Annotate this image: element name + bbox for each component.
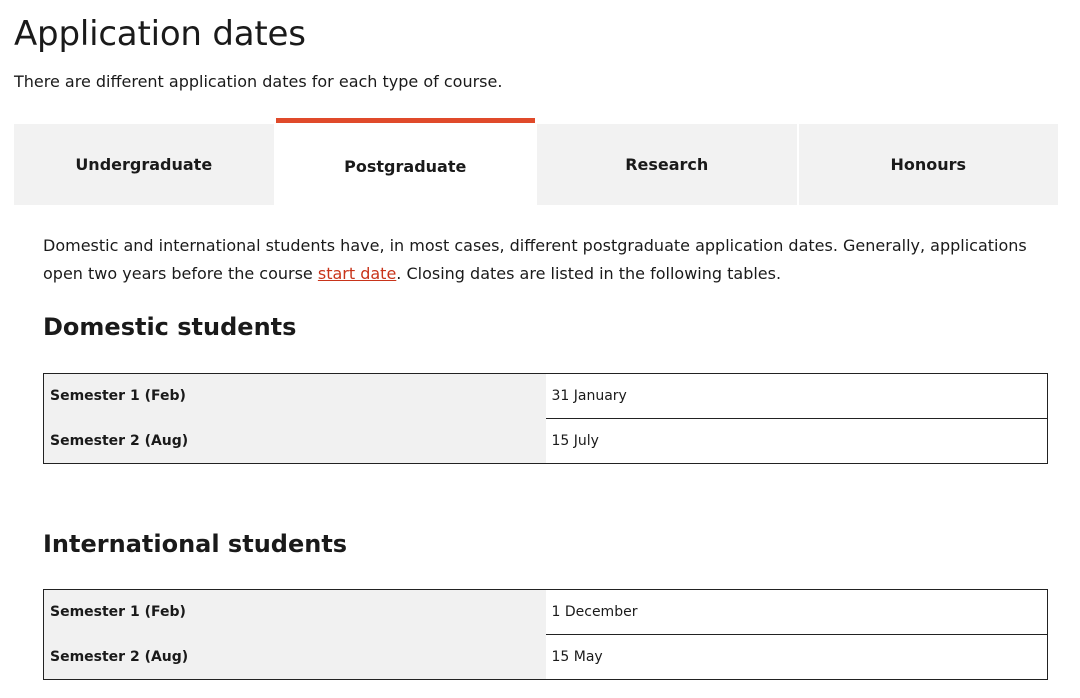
semester-label: Semester 2 (Aug): [43, 634, 546, 680]
course-type-tabs: Undergraduate Postgraduate Research Hono…: [14, 118, 1058, 205]
table-row: Semester 2 (Aug) 15 May: [43, 634, 1048, 680]
table-row: Semester 1 (Feb) 31 January: [43, 373, 1048, 419]
table-row: Semester 1 (Feb) 1 December: [43, 589, 1048, 635]
table-row: Semester 2 (Aug) 15 July: [43, 418, 1048, 464]
postgraduate-description: Domestic and international students have…: [43, 236, 1027, 283]
closing-date: 1 December: [545, 589, 1048, 635]
closing-date: 31 January: [545, 373, 1048, 419]
closing-date: 15 July: [545, 418, 1048, 464]
tab-panel-postgraduate: Domestic and international students have…: [43, 232, 1053, 680]
tab-undergraduate[interactable]: Undergraduate: [14, 124, 274, 205]
closing-date: 15 May: [545, 634, 1048, 680]
semester-label: Semester 1 (Feb): [43, 589, 546, 635]
semester-label: Semester 2 (Aug): [43, 418, 546, 464]
page-intro: There are different application dates fo…: [14, 72, 503, 91]
international-students-heading: International students: [43, 530, 348, 558]
start-date-link[interactable]: start date: [318, 264, 396, 283]
tab-research[interactable]: Research: [537, 124, 797, 205]
semester-label: Semester 1 (Feb): [43, 373, 546, 419]
domestic-students-heading: Domestic students: [43, 313, 297, 341]
tab-honours[interactable]: Honours: [798, 124, 1058, 205]
tab-postgraduate[interactable]: Postgraduate: [275, 118, 535, 205]
international-dates-table: Semester 1 (Feb) 1 December Semester 2 (…: [43, 589, 1048, 680]
domestic-dates-table: Semester 1 (Feb) 31 January Semester 2 (…: [43, 373, 1048, 464]
page-title: Application dates: [14, 14, 306, 54]
